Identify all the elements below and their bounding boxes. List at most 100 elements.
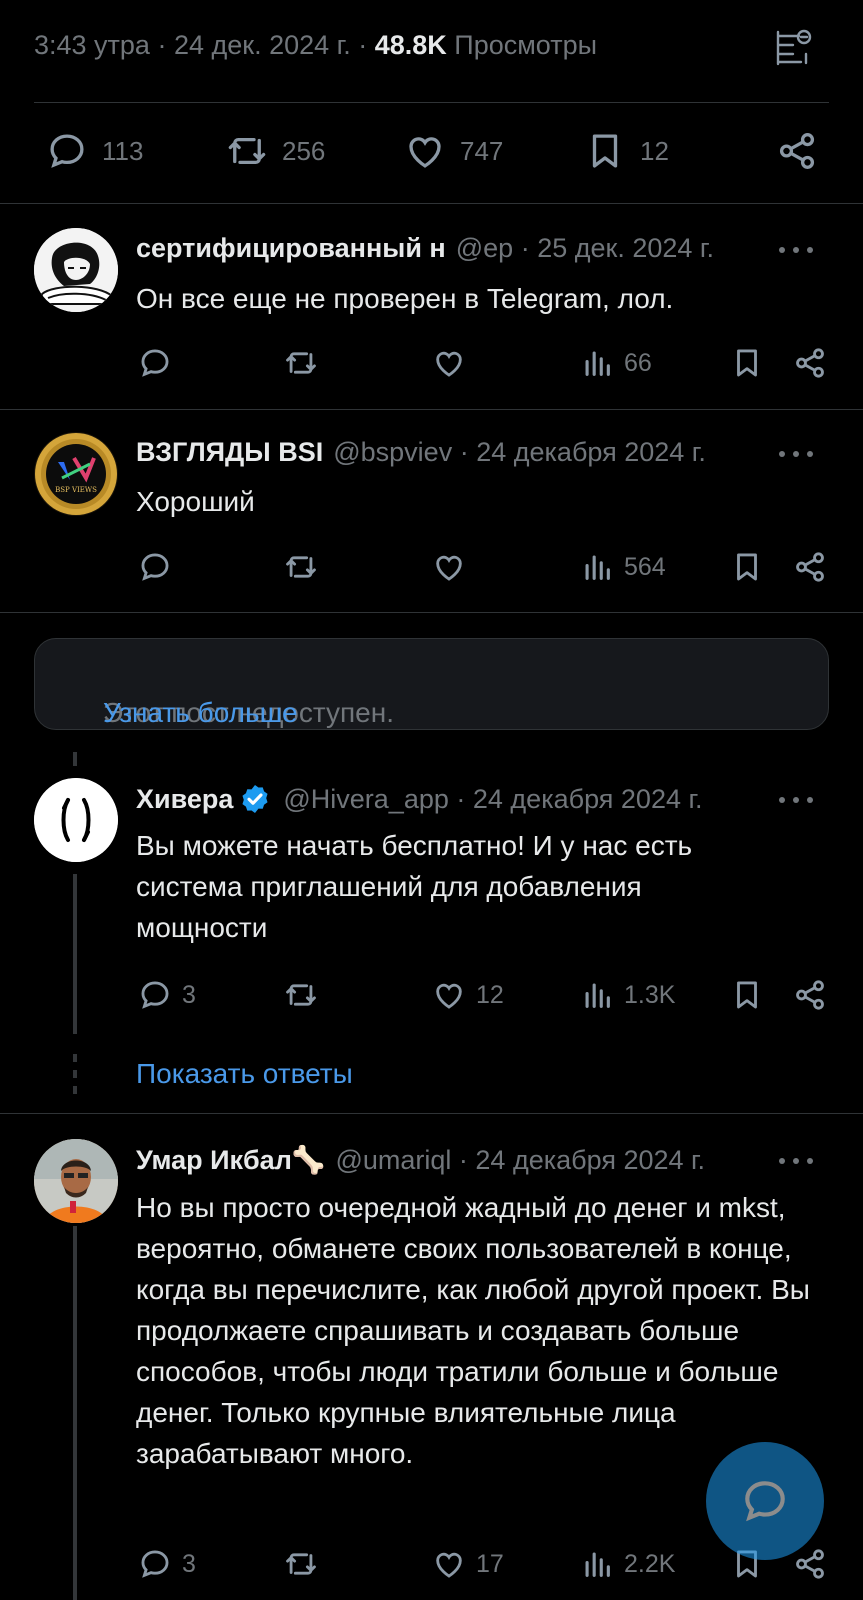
reply-icon xyxy=(141,1550,169,1578)
thread-line xyxy=(73,1054,77,1062)
reply-button[interactable]: 3 xyxy=(138,1547,196,1581)
more-options-icon[interactable] xyxy=(779,245,813,255)
bookmark-count: 12 xyxy=(640,135,669,166)
bookmark-icon xyxy=(737,981,757,1009)
share-button[interactable] xyxy=(793,1547,827,1581)
views-count: 48.8K xyxy=(374,30,447,60)
reply-icon xyxy=(141,553,169,581)
author-handle[interactable]: @bspviev xyxy=(333,437,452,468)
repost-icon xyxy=(286,984,316,1006)
author-handle[interactable]: @Hivera_app xyxy=(283,784,449,815)
learn-more-link[interactable]: Узнать больше xyxy=(103,697,298,729)
share-button[interactable] xyxy=(793,978,827,1012)
repost-button[interactable] xyxy=(284,978,318,1012)
views-button[interactable]: 564 xyxy=(580,550,666,584)
repost-icon xyxy=(286,352,316,374)
compose-reply-button[interactable] xyxy=(706,1442,824,1560)
post-text: Он все еще не проверен в Telegram, лол. xyxy=(136,283,674,314)
avatar[interactable]: BSP VIEWS xyxy=(34,432,118,516)
views-button[interactable]: 2.2K xyxy=(580,1547,675,1581)
reply-count: 3 xyxy=(182,1549,196,1578)
like-count: 747 xyxy=(460,135,504,166)
bookmark-button[interactable] xyxy=(730,346,764,380)
views-chart-icon xyxy=(585,1552,610,1577)
heart-icon xyxy=(436,555,462,581)
views-chart-icon xyxy=(585,983,610,1008)
like-button[interactable] xyxy=(432,346,466,380)
avatar[interactable] xyxy=(34,228,118,312)
reply-header: Умар Икбал🦴 @umariql · 24 декабря 2024 г… xyxy=(136,1144,705,1176)
repost-button[interactable] xyxy=(284,1547,318,1581)
reply-button[interactable] xyxy=(138,550,172,584)
author-name[interactable]: ВЗГЛЯДЫ BSI xyxy=(136,437,323,468)
repost-button[interactable] xyxy=(284,550,318,584)
post-text: Вы можете начать бесплатно! И у нас есть… xyxy=(136,830,693,943)
thread-line xyxy=(73,1086,77,1094)
author-name[interactable]: Хивера xyxy=(136,784,233,815)
views-button[interactable]: 1.3K xyxy=(580,978,675,1012)
author-name[interactable]: сертифицированный н xyxy=(136,233,446,264)
author-handle[interactable]: @umariql xyxy=(335,1145,451,1176)
share-button[interactable] xyxy=(793,346,827,380)
more-options-icon[interactable] xyxy=(779,449,813,459)
post-date: · 25 дек. 2024 г. xyxy=(520,233,714,263)
more-options-icon[interactable] xyxy=(779,1156,813,1166)
thread-line xyxy=(73,752,77,766)
heart-icon xyxy=(436,1552,462,1578)
avatar[interactable] xyxy=(34,1139,118,1223)
author-handle[interactable]: @ep xyxy=(456,233,513,264)
bookmark-button[interactable]: 12 xyxy=(584,130,669,172)
reply-bubble-icon xyxy=(745,1481,785,1522)
views-count: 1.3K xyxy=(624,980,676,1009)
thread-line xyxy=(73,1070,77,1078)
reply-header: сертифицированный н @ep · 25 дек. 2024 г… xyxy=(136,233,714,264)
bookmark-icon xyxy=(737,349,757,377)
reply-header: Хивера @Hivera_app · 24 декабря 2024 г. xyxy=(136,783,703,815)
reply-divider xyxy=(0,409,863,410)
post-date: · 24 декабря 2024 г. xyxy=(458,1144,706,1175)
tweet-meta: 3:43 утра · 24 дек. 2024 г. · 48.8K Прос… xyxy=(34,30,597,60)
reply-icon xyxy=(141,981,169,1009)
like-count: 12 xyxy=(476,980,504,1009)
repost-icon xyxy=(286,1553,316,1575)
reply-button[interactable]: 113 xyxy=(46,130,143,172)
views-button[interactable]: 66 xyxy=(580,346,652,380)
reply-count: 3 xyxy=(182,980,196,1009)
share-icon xyxy=(796,980,824,1010)
share-button[interactable] xyxy=(776,130,818,172)
meta-divider xyxy=(34,102,829,103)
like-button[interactable]: 12 xyxy=(432,978,504,1012)
views-count: 564 xyxy=(624,552,666,581)
post-text: Хороший xyxy=(136,486,255,517)
unavailable-post-card: Этот пост недоступен. Узнать больше xyxy=(34,638,829,730)
views-label: Просмотры xyxy=(454,30,597,60)
reply-icon xyxy=(141,349,169,377)
avatar[interactable] xyxy=(34,778,118,862)
repost-button[interactable] xyxy=(284,346,318,380)
share-icon xyxy=(779,133,815,169)
like-button[interactable]: 17 xyxy=(432,1547,504,1581)
post-date: · 24 декабря 2024 г. xyxy=(456,783,703,814)
tweet-date: 24 дек. 2024 г. xyxy=(173,30,351,60)
reply-button[interactable] xyxy=(138,346,172,380)
reply-divider xyxy=(0,612,863,613)
bookmark-button[interactable] xyxy=(730,550,764,584)
reply-divider xyxy=(0,1113,863,1114)
like-button[interactable] xyxy=(432,550,466,584)
author-name[interactable]: Умар Икбал🦴 xyxy=(136,1144,325,1176)
bookmark-icon xyxy=(592,134,618,168)
repost-icon xyxy=(228,137,266,165)
show-replies-link[interactable]: Показать ответы xyxy=(136,1058,353,1090)
post-analytics-icon[interactable] xyxy=(773,28,813,68)
bookmark-button[interactable] xyxy=(730,978,764,1012)
more-options-icon[interactable] xyxy=(779,795,813,805)
repost-button[interactable]: 256 xyxy=(226,130,325,172)
heart-icon xyxy=(436,351,462,377)
views-chart-icon xyxy=(585,351,610,376)
repost-count: 256 xyxy=(282,135,326,166)
reply-button[interactable]: 3 xyxy=(138,978,196,1012)
verified-badge-icon xyxy=(242,785,268,813)
like-button[interactable]: 747 xyxy=(404,130,503,172)
repost-icon xyxy=(286,556,316,578)
share-button[interactable] xyxy=(793,550,827,584)
